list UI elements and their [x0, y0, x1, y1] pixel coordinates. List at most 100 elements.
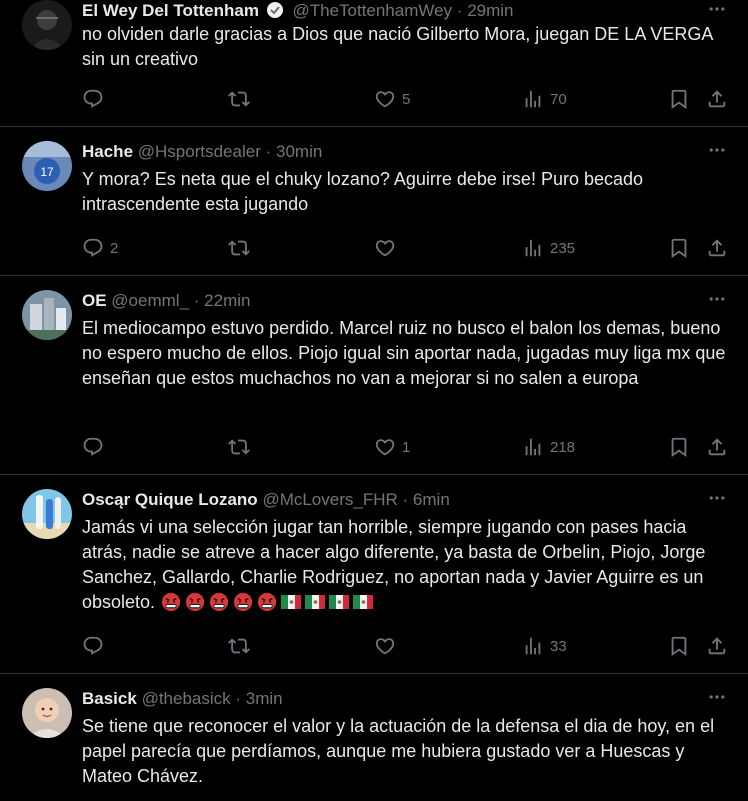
reply-button[interactable]: 2	[82, 236, 118, 260]
action-bar: 1 218	[82, 435, 732, 459]
retweet-button[interactable]	[228, 236, 250, 260]
timestamp[interactable]: 6min	[413, 490, 450, 509]
bookmark-button[interactable]	[668, 634, 690, 658]
bookmark-icon	[668, 436, 690, 458]
mexico-flag-emoji	[352, 592, 374, 612]
share-icon	[706, 635, 728, 657]
like-icon	[374, 635, 396, 657]
more-icon[interactable]	[704, 288, 730, 310]
like-button[interactable]	[374, 634, 402, 658]
reply-button[interactable]	[82, 634, 110, 658]
display-name[interactable]: Basick	[82, 689, 137, 708]
action-bar: 33	[82, 634, 732, 658]
tweet-header: OE @oemml_ · 22min	[82, 289, 250, 313]
bookmark-button[interactable]	[668, 236, 690, 260]
angry-face-emoji	[232, 592, 254, 612]
views-icon	[522, 436, 544, 458]
retweet-button[interactable]	[228, 634, 250, 658]
separator-dot: ·	[193, 291, 200, 310]
display-name[interactable]: Oscąr Quique Lozano	[82, 490, 258, 509]
views-icon	[522, 237, 544, 259]
views-button[interactable]: 70	[522, 87, 567, 111]
views-button[interactable]: 235	[522, 236, 575, 260]
views-count: 33	[550, 637, 567, 655]
reply-icon	[82, 436, 104, 458]
views-count: 218	[550, 438, 576, 456]
angry-face-emoji	[184, 592, 206, 612]
user-handle[interactable]: @Hsportsdealer	[138, 142, 261, 161]
like-count: 1	[402, 438, 411, 456]
share-button[interactable]	[706, 634, 728, 658]
more-icon[interactable]	[704, 0, 730, 20]
angry-face-emoji	[208, 592, 230, 612]
verified-badge-icon	[266, 2, 283, 18]
tweet-card[interactable]: El Wey Del Tottenham @TheTottenhamWey · …	[0, 0, 748, 127]
display-name[interactable]: OE	[82, 291, 107, 310]
tweet-text: El mediocampo estuvo perdido. Marcel rui…	[82, 318, 726, 388]
reply-button[interactable]	[82, 435, 110, 459]
timestamp[interactable]: 30min	[276, 142, 322, 161]
share-button[interactable]	[706, 236, 728, 260]
more-icon[interactable]	[704, 487, 730, 509]
avatar[interactable]	[22, 0, 72, 50]
bookmark-button[interactable]	[668, 87, 690, 111]
tweet-text: Y mora? Es neta que el chuky lozano? Agu…	[82, 169, 644, 214]
avatar[interactable]	[22, 290, 72, 340]
reply-icon	[82, 237, 104, 259]
views-count: 70	[550, 90, 567, 108]
like-button[interactable]: 5	[374, 87, 410, 111]
more-icon[interactable]	[704, 686, 730, 708]
tweet-card[interactable]: OE @oemml_ · 22min El mediocampo estuvo …	[0, 276, 748, 475]
avatar[interactable]	[22, 688, 72, 738]
display-name[interactable]: El Wey Del Tottenham	[82, 1, 259, 20]
tweet-card[interactable]: Oscąr Quique Lozano @McLovers_FHR · 6min…	[0, 475, 748, 674]
retweet-icon	[228, 635, 250, 657]
like-icon	[374, 237, 396, 259]
angry-face-emoji	[160, 592, 182, 612]
like-count: 5	[402, 90, 411, 108]
timestamp[interactable]: 3min	[246, 689, 283, 708]
views-icon	[522, 88, 544, 110]
bookmark-icon	[668, 635, 690, 657]
retweet-icon	[228, 436, 250, 458]
retweet-icon	[228, 237, 250, 259]
reply-icon	[82, 88, 104, 110]
reply-button[interactable]	[82, 87, 110, 111]
retweet-button[interactable]	[228, 87, 250, 111]
like-button[interactable]	[374, 236, 402, 260]
share-button[interactable]	[706, 435, 728, 459]
tweet-text: no olviden darle gracias a Dios que naci…	[82, 24, 713, 69]
more-icon[interactable]	[704, 139, 730, 161]
bookmark-button[interactable]	[668, 435, 690, 459]
tweet-header: El Wey Del Tottenham @TheTottenhamWey · …	[82, 0, 514, 23]
separator-dot: ·	[402, 490, 409, 509]
separator-dot: ·	[265, 142, 272, 161]
share-icon	[706, 436, 728, 458]
avatar[interactable]: 17	[22, 141, 72, 191]
tweet-card[interactable]: 17 Hache @Hsportsdealer · 30min Y mora? …	[0, 127, 748, 276]
views-button[interactable]: 218	[522, 435, 575, 459]
user-handle[interactable]: @thebasick	[142, 689, 231, 708]
reply-count: 2	[110, 239, 119, 257]
like-icon	[374, 436, 396, 458]
views-button[interactable]: 33	[522, 634, 567, 658]
user-handle[interactable]: @TheTottenhamWey	[292, 1, 452, 20]
timestamp[interactable]: 22min	[204, 291, 250, 310]
like-button[interactable]: 1	[374, 435, 410, 459]
user-handle[interactable]: @oemml_	[111, 291, 189, 310]
retweet-button[interactable]	[228, 435, 250, 459]
mexico-flag-emoji	[280, 592, 302, 612]
views-icon	[522, 635, 544, 657]
reply-icon	[82, 635, 104, 657]
avatar[interactable]	[22, 489, 72, 539]
tweet-header: Oscąr Quique Lozano @McLovers_FHR · 6min	[82, 488, 450, 512]
timestamp[interactable]: 29min	[467, 1, 513, 20]
share-button[interactable]	[706, 87, 728, 111]
tweet-header: Hache @Hsportsdealer · 30min	[82, 140, 322, 164]
tweet-header: Basick @thebasick · 3min	[82, 687, 283, 711]
tweet-text-block: Jamás vi una selección jugar tan horribl…	[82, 515, 732, 615]
angry-face-emoji	[256, 592, 278, 612]
tweet-card[interactable]: Basick @thebasick · 3min Se tiene que re…	[0, 674, 748, 801]
user-handle[interactable]: @McLovers_FHR	[262, 490, 397, 509]
display-name[interactable]: Hache	[82, 142, 133, 161]
